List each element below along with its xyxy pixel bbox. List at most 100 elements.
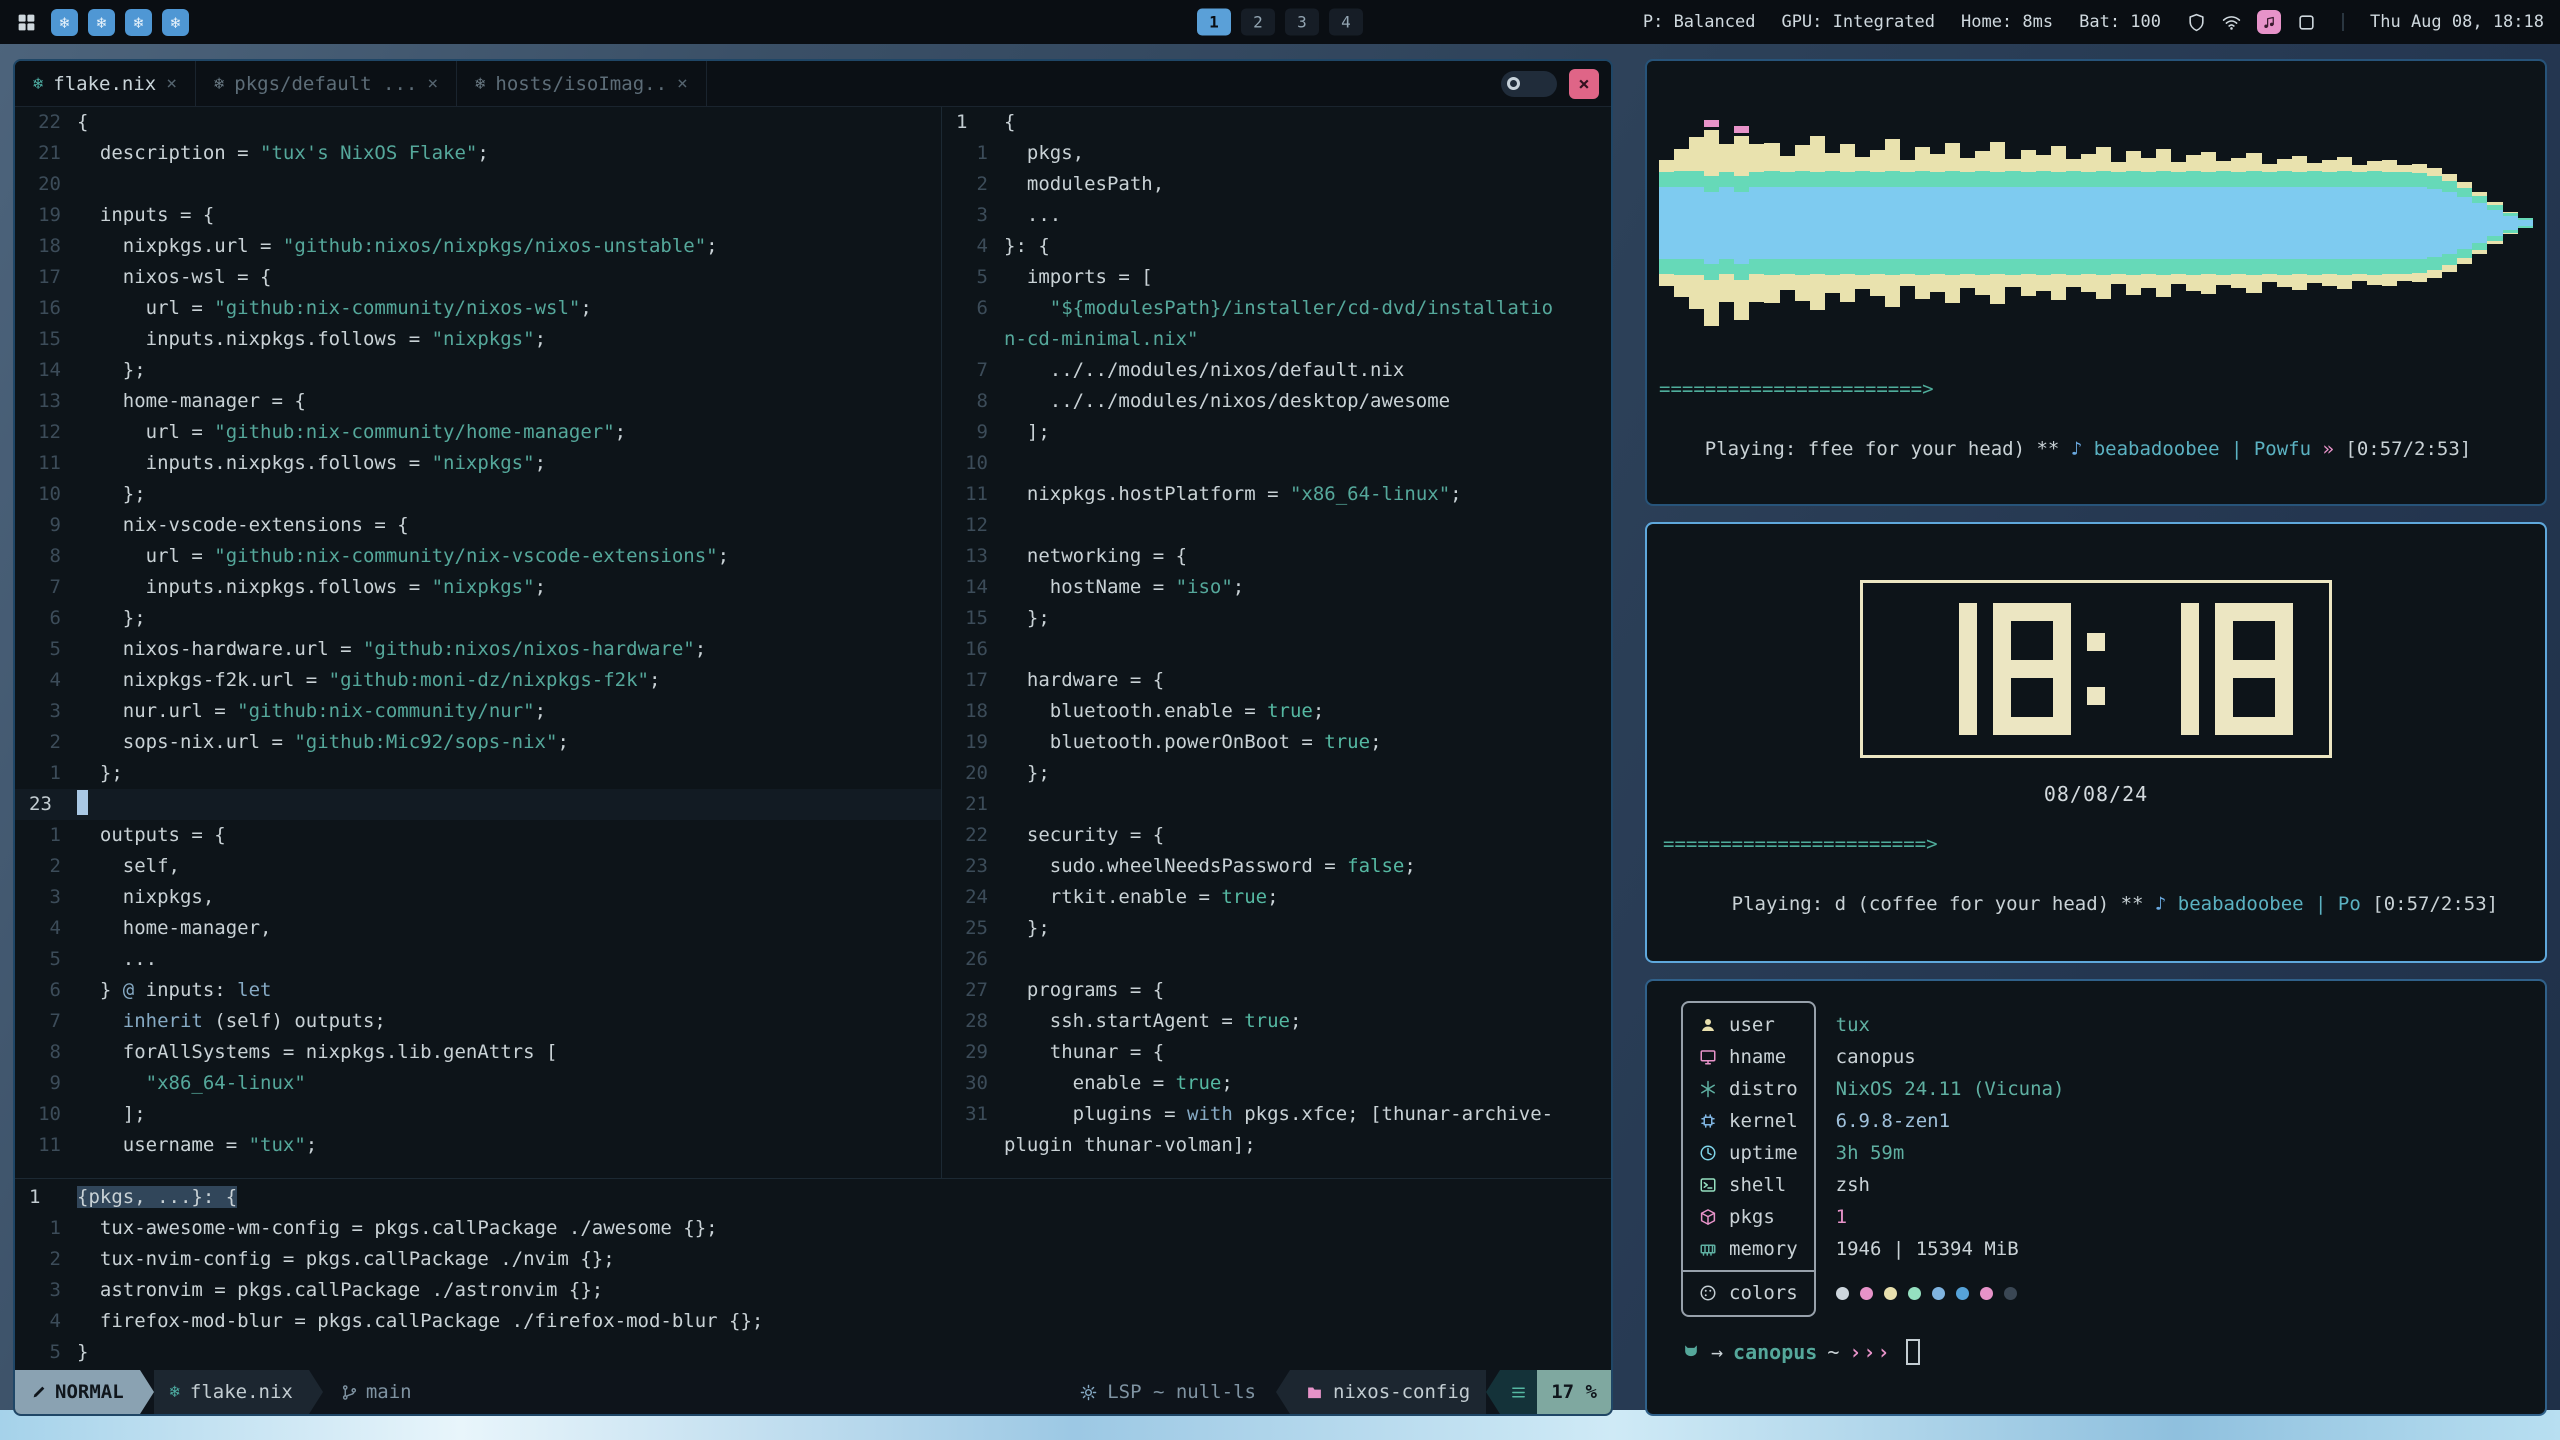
code-line[interactable]: 19 inputs = { [15, 200, 941, 231]
code-line[interactable]: 28 ssh.startAgent = true; [942, 1006, 1611, 1037]
code-line[interactable]: 14 }; [15, 355, 941, 386]
code-line[interactable]: 19 bluetooth.powerOnBoot = true; [942, 727, 1611, 758]
music-badge-icon[interactable] [2257, 10, 2281, 34]
code-line[interactable]: 6 "${modulesPath}/installer/cd-dvd/insta… [942, 293, 1611, 324]
code-line[interactable]: 11 inputs.nixpkgs.follows = "nixpkgs"; [15, 448, 941, 479]
code-line[interactable]: 3 ... [942, 200, 1611, 231]
window-close-button[interactable]: × [1569, 69, 1599, 99]
code-line[interactable]: 2 sops-nix.url = "github:Mic92/sops-nix"… [15, 727, 941, 758]
code-line[interactable]: 4}: { [942, 231, 1611, 262]
code-line[interactable]: 5} [15, 1337, 1611, 1368]
pane-iso-image[interactable]: 1{1 pkgs,2 modulesPath,3 ...4}: {5 impor… [942, 107, 1611, 1178]
tag-4[interactable]: 4 [1329, 9, 1363, 36]
code-line[interactable]: 9 "x86_64-linux" [15, 1068, 941, 1099]
code-line[interactable]: 9 nix-vscode-extensions = { [15, 510, 941, 541]
pinned-app-nix-snowflake[interactable]: ❄ [162, 9, 189, 36]
code-line[interactable]: 1 }; [15, 758, 941, 789]
code-line[interactable]: 10 }; [15, 479, 941, 510]
tab-flake.nix[interactable]: ❄flake.nix× [15, 61, 196, 106]
tab-close-icon[interactable]: × [427, 73, 438, 94]
code-line[interactable]: 11 username = "tux"; [15, 1130, 941, 1161]
code-line[interactable]: 23 [15, 789, 941, 820]
code-line[interactable]: 23 sudo.wheelNeedsPassword = false; [942, 851, 1611, 882]
code-text: { [1004, 107, 1611, 138]
code-line[interactable]: 20 }; [942, 758, 1611, 789]
apps-grid-icon[interactable] [16, 12, 37, 33]
code-line[interactable]: 10 ]; [15, 1099, 941, 1130]
viz-column [2487, 202, 2502, 244]
tab-close-icon[interactable]: × [166, 73, 177, 94]
pane-flake-nix[interactable]: 22{21 description = "tux's NixOS Flake";… [15, 107, 941, 1178]
tag-1[interactable]: 1 [1197, 9, 1231, 36]
code-line[interactable]: 2 self, [15, 851, 941, 882]
code-line[interactable]: 20 [15, 169, 941, 200]
code-line[interactable]: 1{ [942, 107, 1611, 138]
code-line[interactable]: 10 [942, 448, 1611, 479]
code-line[interactable]: 6 } @ inputs: let [15, 975, 941, 1006]
code-line[interactable]: 13 networking = { [942, 541, 1611, 572]
code-line[interactable]: 8 url = "github:nix-community/nix-vscode… [15, 541, 941, 572]
code-line[interactable]: 1 outputs = { [15, 820, 941, 851]
code-line[interactable]: 17 nixos-wsl = { [15, 262, 941, 293]
code-line[interactable]: 5 imports = [ [942, 262, 1611, 293]
code-line[interactable]: 21 [942, 789, 1611, 820]
code-line[interactable]: 4 firefox-mod-blur = pkgs.callPackage ./… [15, 1306, 1611, 1337]
code-line[interactable]: 26 [942, 944, 1611, 975]
pane-pkgs-default[interactable]: 1{pkgs, ...}: {1 tux-awesome-wm-config =… [15, 1178, 1611, 1370]
tag-3[interactable]: 3 [1285, 9, 1319, 36]
tag-2[interactable]: 2 [1241, 9, 1275, 36]
code-line[interactable]: 15 inputs.nixpkgs.follows = "nixpkgs"; [15, 324, 941, 355]
code-line[interactable]: plugin thunar-volman]; [942, 1130, 1611, 1161]
code-line[interactable]: 3 nur.url = "github:nix-community/nur"; [15, 696, 941, 727]
code-line[interactable]: 4 nixpkgs-f2k.url = "github:moni-dz/nixp… [15, 665, 941, 696]
code-line[interactable]: 8 forAllSystems = nixpkgs.lib.genAttrs [ [15, 1037, 941, 1068]
tray-box-icon[interactable] [2297, 13, 2316, 32]
code-line[interactable]: 12 [942, 510, 1611, 541]
code-line[interactable]: 13 home-manager = { [15, 386, 941, 417]
pinned-app-nix-snowflake[interactable]: ❄ [125, 9, 152, 36]
code-line[interactable]: 22 security = { [942, 820, 1611, 851]
shield-icon[interactable] [2187, 13, 2206, 32]
code-line[interactable]: 18 nixpkgs.url = "github:nixos/nixpkgs/n… [15, 231, 941, 262]
code-line[interactable]: 30 enable = true; [942, 1068, 1611, 1099]
tab-hosts/isoImag..[interactable]: ❄hosts/isoImag..× [457, 61, 707, 106]
code-line[interactable]: 31 plugins = with pkgs.xfce; [thunar-arc… [942, 1099, 1611, 1130]
code-line[interactable]: 16 url = "github:nix-community/nixos-wsl… [15, 293, 941, 324]
code-line[interactable]: 8 ../../modules/nixos/desktop/awesome [942, 386, 1611, 417]
code-line[interactable]: 16 [942, 634, 1611, 665]
code-line[interactable]: 15 }; [942, 603, 1611, 634]
wifi-icon[interactable] [2222, 13, 2241, 32]
tab-pkgs/default ...[interactable]: ❄pkgs/default ...× [196, 61, 457, 106]
code-line[interactable]: 2 modulesPath, [942, 169, 1611, 200]
code-line[interactable]: 9 ]; [942, 417, 1611, 448]
code-line[interactable]: 25 }; [942, 913, 1611, 944]
code-line[interactable]: 21 description = "tux's NixOS Flake"; [15, 138, 941, 169]
code-line[interactable]: 17 hardware = { [942, 665, 1611, 696]
code-line[interactable]: 1 tux-awesome-wm-config = pkgs.callPacka… [15, 1213, 1611, 1244]
code-line[interactable]: 1 pkgs, [942, 138, 1611, 169]
code-line[interactable]: 1{pkgs, ...}: { [15, 1182, 1611, 1213]
code-line[interactable]: 4 home-manager, [15, 913, 941, 944]
code-line[interactable]: 7 ../../modules/nixos/default.nix [942, 355, 1611, 386]
code-line[interactable]: 3 nixpkgs, [15, 882, 941, 913]
code-line[interactable]: n-cd-minimal.nix" [942, 324, 1611, 355]
pinned-app-nix-snowflake[interactable]: ❄ [51, 9, 78, 36]
code-line[interactable]: 7 inputs.nixpkgs.follows = "nixpkgs"; [15, 572, 941, 603]
code-line[interactable]: 5 ... [15, 944, 941, 975]
code-line[interactable]: 5 nixos-hardware.url = "github:nixos/nix… [15, 634, 941, 665]
code-line[interactable]: 29 thunar = { [942, 1037, 1611, 1068]
code-line[interactable]: 18 bluetooth.enable = true; [942, 696, 1611, 727]
pinned-app-nix-snowflake[interactable]: ❄ [88, 9, 115, 36]
code-line[interactable]: 7 inherit (self) outputs; [15, 1006, 941, 1037]
code-line[interactable]: 14 hostName = "iso"; [942, 572, 1611, 603]
code-line[interactable]: 22{ [15, 107, 941, 138]
toggle-pill[interactable] [1501, 71, 1557, 97]
code-line[interactable]: 24 rtkit.enable = true; [942, 882, 1611, 913]
code-line[interactable]: 2 tux-nvim-config = pkgs.callPackage ./n… [15, 1244, 1611, 1275]
code-line[interactable]: 6 }; [15, 603, 941, 634]
code-line[interactable]: 3 astronvim = pkgs.callPackage ./astronv… [15, 1275, 1611, 1306]
code-line[interactable]: 27 programs = { [942, 975, 1611, 1006]
code-line[interactable]: 11 nixpkgs.hostPlatform = "x86_64-linux"… [942, 479, 1611, 510]
tab-close-icon[interactable]: × [677, 73, 688, 94]
code-line[interactable]: 12 url = "github:nix-community/home-mana… [15, 417, 941, 448]
